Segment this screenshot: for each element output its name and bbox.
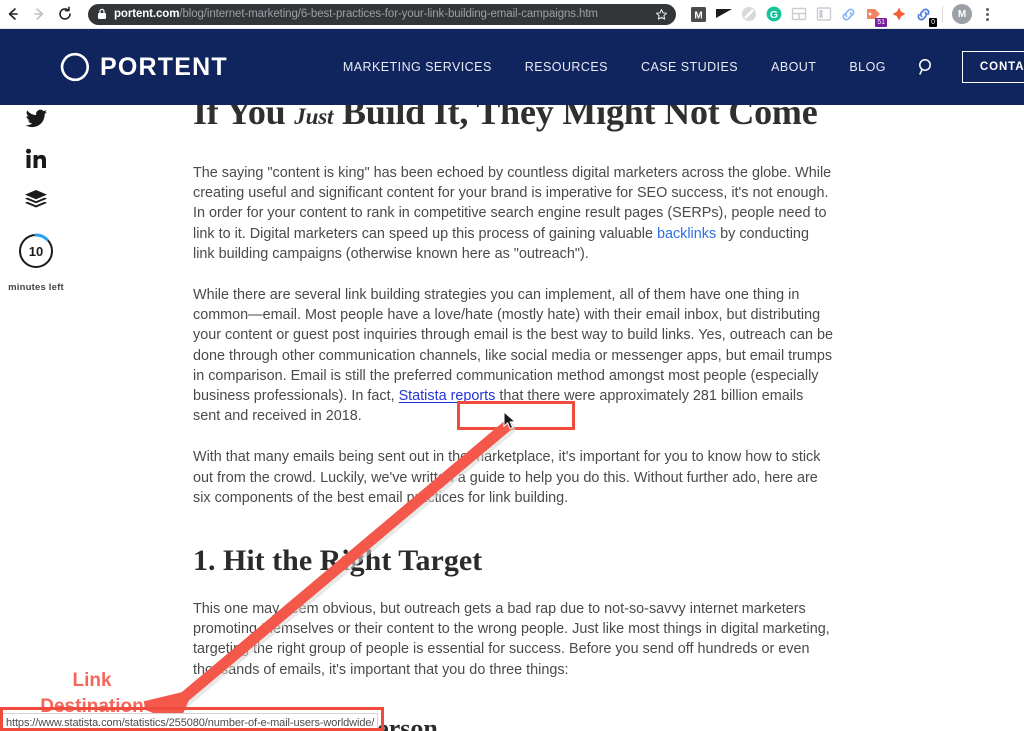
site-logo-text: PORTENT bbox=[100, 52, 228, 81]
broken-link-extension-badge: 0 bbox=[929, 17, 937, 27]
svg-text:G: G bbox=[769, 9, 777, 21]
nav-resources[interactable]: RESOURCES bbox=[525, 60, 608, 74]
twitter-icon[interactable] bbox=[24, 109, 48, 129]
back-button[interactable] bbox=[0, 1, 26, 27]
tag-extension-badge: 51 bbox=[875, 17, 887, 27]
paragraph-2: While there are several link building st… bbox=[193, 285, 834, 426]
reading-timer: 10 bbox=[17, 232, 55, 270]
portent-logo-icon bbox=[60, 52, 90, 82]
url-path: /blog/internet-marketing/6-best-practice… bbox=[179, 8, 598, 20]
title-italic: Just bbox=[294, 104, 334, 129]
lock-icon bbox=[97, 8, 107, 20]
nav-marketing-services[interactable]: MARKETING SERVICES bbox=[343, 60, 492, 74]
linkedin-icon[interactable] bbox=[25, 148, 47, 170]
article-content: If You Just Build It, They Might Not Com… bbox=[193, 29, 834, 731]
browser-window: portent.com/blog/internet-marketing/6-be… bbox=[0, 0, 1024, 731]
tray-divider bbox=[942, 5, 943, 23]
nav-about[interactable]: ABOUT bbox=[771, 60, 816, 74]
reading-timer-label: minutes left bbox=[8, 282, 64, 293]
paragraph-4: This one may seem obvious, but outreach … bbox=[193, 601, 830, 678]
tag-extension-icon[interactable]: 51 bbox=[864, 5, 887, 27]
paragraph-3: With that many emails being sent out in … bbox=[193, 449, 821, 506]
section-heading-1: 1. Hit the Right Target bbox=[193, 544, 483, 578]
panel-extension-icon[interactable] bbox=[814, 5, 833, 24]
layout-extension-icon[interactable] bbox=[789, 5, 808, 24]
annotation-caption-line1: Link bbox=[72, 670, 112, 691]
p2-text-a: While there are several link building st… bbox=[193, 287, 833, 405]
social-share-rail: 10 minutes left bbox=[0, 105, 72, 293]
nav-blog[interactable]: BLOG bbox=[849, 60, 886, 74]
search-icon[interactable] bbox=[916, 57, 936, 77]
status-bar: https://www.statista.com/statistics/2550… bbox=[0, 713, 378, 731]
page-viewport: If You Just Build It, They Might Not Com… bbox=[0, 29, 1024, 731]
flag-extension-icon[interactable] bbox=[714, 5, 733, 24]
broken-link-extension-icon[interactable]: 0 bbox=[914, 5, 937, 27]
grammarly-extension-icon[interactable]: G bbox=[764, 5, 783, 24]
chrome-menu-button[interactable] bbox=[978, 7, 996, 21]
mailtrack-extension-icon[interactable]: M bbox=[689, 5, 708, 24]
star-icon[interactable] bbox=[655, 8, 668, 21]
extension-tray: M G 51 0 M bbox=[676, 4, 1024, 27]
main-navigation: MARKETING SERVICES RESOURCES CASE STUDIE… bbox=[343, 60, 886, 74]
backlinks-link[interactable]: backlinks bbox=[657, 226, 716, 242]
url-text: portent.com/blog/internet-marketing/6-be… bbox=[114, 8, 649, 20]
paragraph-1: The saying "content is king" has been ec… bbox=[193, 163, 834, 264]
site-logo[interactable]: PORTENT bbox=[60, 52, 228, 82]
svg-text:M: M bbox=[694, 10, 702, 21]
pin-extension-icon[interactable] bbox=[889, 5, 908, 24]
url-domain: portent.com bbox=[114, 8, 180, 20]
statista-reports-link[interactable]: Statista reports bbox=[399, 388, 496, 404]
site-header: PORTENT MARKETING SERVICES RESOURCES CAS… bbox=[0, 29, 1024, 105]
link-extension-icon[interactable] bbox=[839, 5, 858, 24]
address-bar[interactable]: portent.com/blog/internet-marketing/6-be… bbox=[88, 3, 676, 25]
nav-case-studies[interactable]: CASE STUDIES bbox=[641, 60, 738, 74]
buffer-icon[interactable] bbox=[24, 189, 48, 211]
reload-button[interactable] bbox=[52, 1, 78, 27]
browser-toolbar: portent.com/blog/internet-marketing/6-be… bbox=[0, 0, 1024, 29]
moz-extension-icon[interactable] bbox=[739, 5, 758, 24]
profile-avatar[interactable]: M bbox=[952, 4, 972, 24]
forward-button[interactable] bbox=[26, 1, 52, 27]
contact-button[interactable]: CONTACT bbox=[961, 51, 1024, 83]
reading-timer-value: 10 bbox=[28, 243, 44, 259]
